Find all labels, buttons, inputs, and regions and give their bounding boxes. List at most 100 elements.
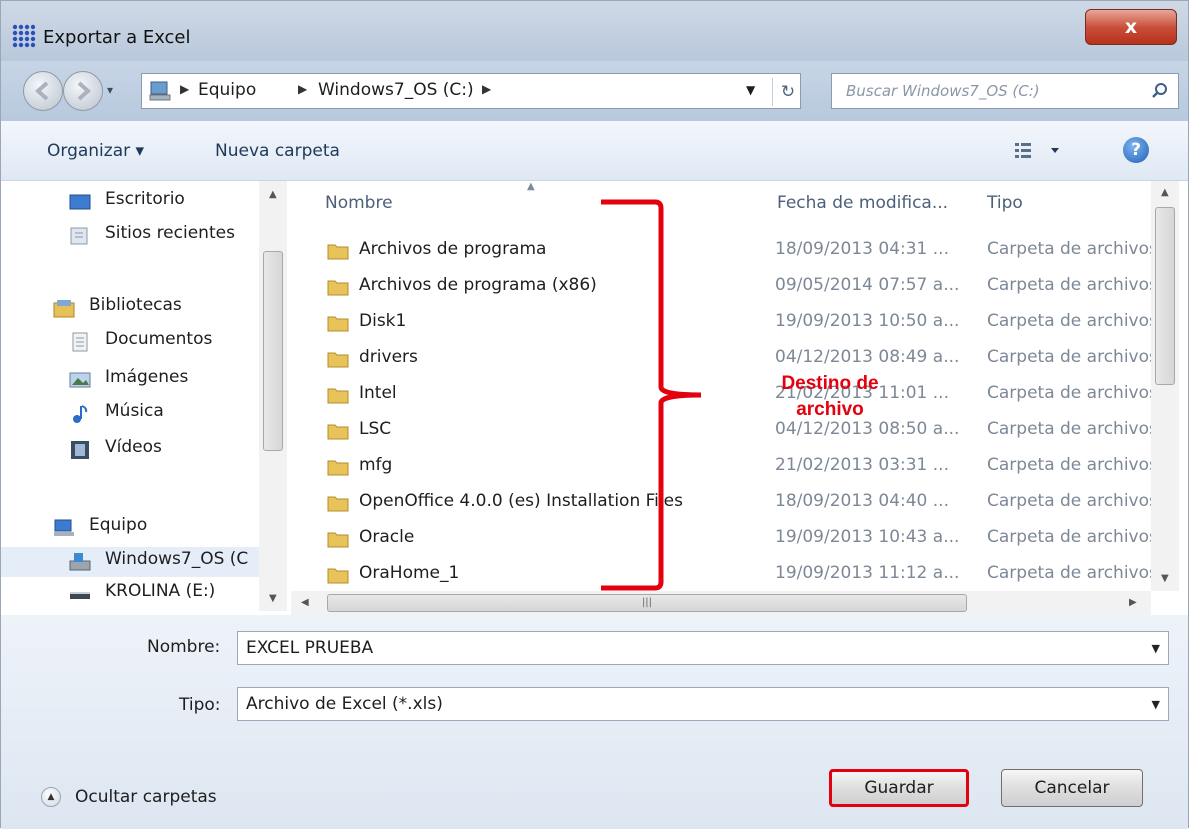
file-type: Carpeta de archivos	[987, 419, 1151, 439]
file-name: LSC	[359, 419, 392, 439]
sidebar-item-musica[interactable]: Música	[1, 399, 261, 429]
window-title: Exportar a Excel	[43, 27, 191, 48]
file-name-field[interactable]: EXCEL PRUEBA ▼	[237, 631, 1169, 665]
sidebar-item-label: Windows7_OS (C	[105, 549, 249, 569]
table-row[interactable]: Disk1 19/09/2013 10:50 a... Carpeta de a…	[291, 307, 1151, 339]
desktop-icon	[69, 194, 91, 210]
column-header-fecha[interactable]: Fecha de modifica...	[777, 193, 948, 213]
table-row[interactable]: LSC 04/12/2013 08:50 a... Carpeta de arc…	[291, 415, 1151, 447]
file-type: Carpeta de archivos	[987, 347, 1151, 367]
sidebar-item-documentos[interactable]: Documentos	[1, 327, 261, 357]
breadcrumb-equipo[interactable]: Equipo	[198, 80, 256, 100]
breadcrumb-windows7-os[interactable]: Windows7_OS (C:)	[318, 80, 474, 100]
annotation-bracket	[601, 199, 702, 591]
sidebar-item-imagenes[interactable]: Imágenes	[1, 365, 261, 395]
videos-icon	[71, 441, 89, 459]
table-row[interactable]: mfg 21/02/2013 03:31 ... Carpeta de arch…	[291, 451, 1151, 483]
cancel-button[interactable]: Cancelar	[1001, 769, 1143, 807]
navigation-pane: Escritorio Sitios recientes Bibliotecas …	[1, 181, 291, 609]
file-type: Carpeta de archivos	[987, 455, 1151, 475]
hide-folders-button[interactable]: Ocultar carpetas	[75, 787, 217, 807]
chevron-down-icon[interactable]: ▼	[1152, 642, 1160, 655]
scroll-left-arrow-icon[interactable]: ◀	[301, 597, 309, 608]
scroll-down-arrow-icon[interactable]: ▼	[269, 593, 277, 604]
scrollbar-thumb[interactable]	[263, 251, 283, 451]
file-name: Oracle	[359, 527, 415, 547]
table-row[interactable]: Archivos de programa (x86) 09/05/2014 07…	[291, 271, 1151, 303]
scroll-right-arrow-icon[interactable]: ▶	[1129, 597, 1137, 608]
file-type: Carpeta de archivos	[987, 311, 1151, 331]
folder-icon	[327, 424, 349, 440]
folder-icon	[327, 460, 349, 476]
address-dropdown-icon[interactable]: ▼	[746, 83, 755, 97]
table-row[interactable]: drivers 04/12/2013 08:49 a... Carpeta de…	[291, 343, 1151, 375]
sidebar-item-videos[interactable]: Vídeos	[1, 435, 261, 465]
computer-icon	[54, 519, 74, 536]
table-row[interactable]: Intel 21/02/2013 11:01 ... Carpeta de ar…	[291, 379, 1151, 411]
refresh-button[interactable]: ↻	[772, 78, 803, 106]
file-list-horizontal-scrollbar[interactable]: ◀ ||| ▶	[291, 591, 1151, 615]
chevron-down-icon[interactable]: ▼	[1152, 698, 1160, 711]
sidebar-item-label: Música	[105, 401, 164, 421]
new-folder-button[interactable]: Nueva carpeta	[215, 141, 340, 161]
file-date: 19/09/2013 11:12 a...	[775, 563, 960, 583]
folder-icon	[327, 532, 349, 548]
file-type: Carpeta de archivos	[987, 527, 1151, 547]
sidebar-item-label: Imágenes	[105, 367, 189, 387]
breadcrumb-chevron-icon[interactable]: ▶	[298, 82, 307, 96]
drive-c-icon	[69, 553, 91, 571]
file-name: OraHome_1	[359, 563, 460, 583]
organize-button[interactable]: Organizar ▾	[47, 141, 144, 161]
search-box[interactable]: Buscar Windows7_OS (C:)	[831, 73, 1179, 109]
sidebar-item-sitios-recientes[interactable]: Sitios recientes	[1, 221, 261, 251]
file-type-select[interactable]: Archivo de Excel (*.xls) ▼	[237, 687, 1169, 721]
file-list-vertical-scrollbar[interactable]: ▲ ▼	[1151, 181, 1179, 591]
sidebar-item-bibliotecas[interactable]: Bibliotecas	[1, 293, 261, 323]
file-name-label: Nombre:	[147, 637, 221, 657]
file-name: Archivos de programa	[359, 239, 547, 259]
table-row[interactable]: OraHome_1 19/09/2013 11:12 a... Carpeta …	[291, 559, 1151, 591]
table-row[interactable]: OpenOffice 4.0.0 (es) Installation Files…	[291, 487, 1151, 519]
breadcrumb-chevron-icon[interactable]: ▶	[482, 82, 491, 96]
file-date: 18/09/2013 04:40 ...	[775, 491, 949, 511]
close-icon: x	[1124, 16, 1138, 38]
refresh-icon: ↻	[780, 82, 796, 102]
breadcrumb-chevron-icon[interactable]: ▶	[180, 82, 189, 96]
save-button[interactable]: Guardar	[829, 769, 969, 807]
pictures-icon	[69, 372, 91, 388]
table-row[interactable]: Archivos de programa 18/09/2013 04:31 ..…	[291, 235, 1151, 267]
file-name: Archivos de programa (x86)	[359, 275, 597, 295]
computer-icon	[149, 81, 171, 101]
help-icon[interactable]: ?	[1123, 137, 1149, 163]
sidebar-item-label: Vídeos	[105, 437, 162, 457]
annotation-line: archivo	[796, 399, 864, 420]
navigation-pane-scrollbar[interactable]: ▲ ▼	[259, 181, 287, 611]
scroll-up-arrow-icon[interactable]: ▲	[269, 189, 277, 200]
address-bar[interactable]: ▶ Equipo ▶ Windows7_OS (C:) ▶ ▼ ↻	[141, 73, 801, 109]
sidebar-item-krolina[interactable]: KROLINA (E:)	[1, 579, 261, 609]
file-date: 21/02/2013 03:31 ...	[775, 455, 949, 475]
change-view-icon[interactable]	[1011, 139, 1073, 163]
libraries-icon	[53, 300, 75, 318]
sidebar-item-escritorio[interactable]: Escritorio	[1, 187, 261, 217]
column-header-nombre[interactable]: Nombre	[325, 193, 393, 213]
close-button[interactable]: x	[1085, 9, 1177, 45]
column-header-tipo[interactable]: Tipo	[987, 193, 1023, 213]
table-row[interactable]: Oracle 19/09/2013 10:43 a... Carpeta de …	[291, 523, 1151, 555]
back-button[interactable]	[23, 71, 63, 111]
file-type: Carpeta de archivos	[987, 383, 1151, 403]
recent-places-icon	[70, 227, 88, 245]
scroll-down-arrow-icon[interactable]: ▼	[1161, 573, 1169, 584]
file-date: 18/09/2013 04:31 ...	[775, 239, 949, 259]
sidebar-item-equipo[interactable]: Equipo	[1, 513, 261, 543]
file-type: Carpeta de archivos	[987, 239, 1151, 259]
search-icon[interactable]	[1150, 81, 1170, 101]
scrollbar-thumb[interactable]	[1155, 207, 1175, 385]
sidebar-item-windows7-os[interactable]: Windows7_OS (C	[1, 547, 261, 577]
sort-ascending-icon: ▲	[527, 181, 535, 192]
collapse-icon[interactable]: ▲	[41, 787, 61, 807]
recent-pages-dropdown[interactable]: ▾	[107, 83, 113, 97]
scroll-up-arrow-icon[interactable]: ▲	[1161, 187, 1169, 198]
scrollbar-thumb[interactable]: |||	[327, 594, 967, 612]
forward-button[interactable]	[63, 71, 103, 111]
